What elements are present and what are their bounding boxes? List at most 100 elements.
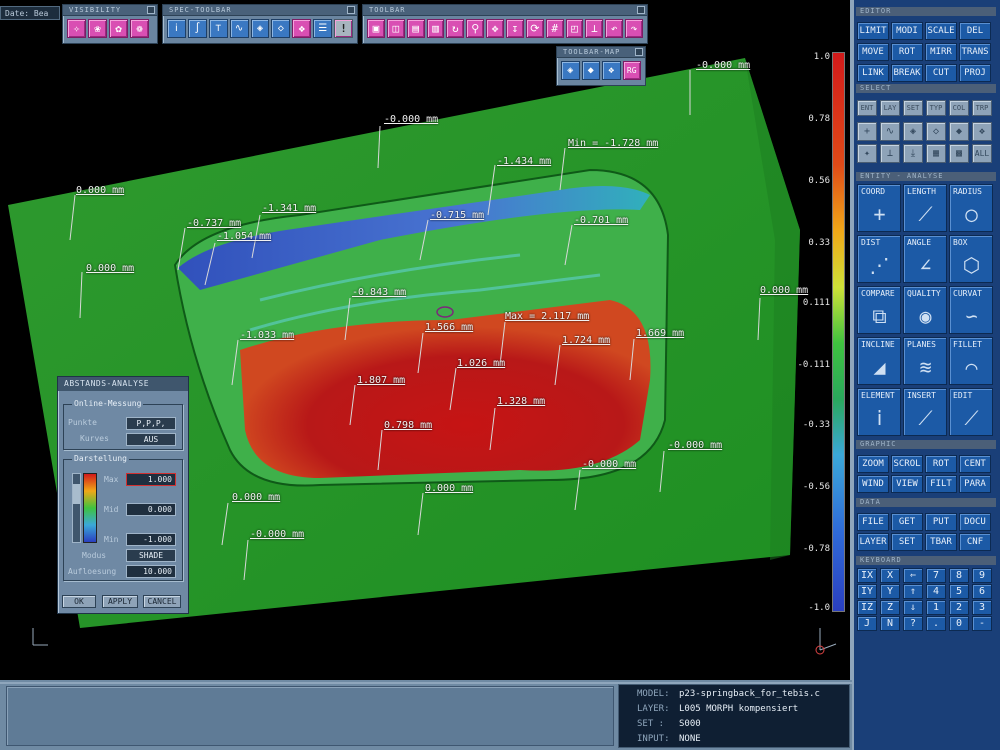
pan-icon[interactable]: ✥ — [486, 19, 505, 38]
analyse-angle[interactable]: ANGLE ∠ — [903, 235, 947, 283]
editor-proj[interactable]: PROJ — [959, 64, 991, 82]
editor-break[interactable]: BREAK — [891, 64, 923, 82]
data-put[interactable]: PUT — [925, 513, 957, 531]
warning-icon[interactable]: ! — [334, 19, 354, 38]
zoom-icon[interactable]: ⚲ — [466, 19, 485, 38]
select-typ[interactable]: TYP — [926, 100, 946, 116]
editor-trans[interactable]: TRANS — [959, 43, 991, 61]
max-field[interactable]: 1.000 — [126, 473, 176, 486]
editor-move[interactable]: MOVE — [857, 43, 889, 61]
key-2[interactable]: 2 — [949, 600, 969, 615]
select-trp[interactable]: TRP — [972, 100, 992, 116]
data-tbar[interactable]: TBAR — [925, 533, 957, 551]
key-8[interactable]: 8 — [949, 568, 969, 583]
map-patch-icon[interactable]: ◆ — [581, 61, 600, 80]
curve-icon[interactable]: ∫ — [187, 19, 207, 38]
visibility-all-icon[interactable]: ❁ — [130, 19, 149, 38]
spline-icon[interactable]: ∿ — [229, 19, 249, 38]
data-file[interactable]: FILE — [857, 513, 889, 531]
key-key-21[interactable]: . — [926, 616, 946, 631]
key-ix[interactable]: IX — [857, 568, 877, 583]
key-key-14[interactable]: ⇓ — [903, 600, 923, 615]
surface-icon[interactable]: ◈ — [250, 19, 270, 38]
graphic-scrol[interactable]: SCROL — [891, 455, 923, 473]
graphic-wind[interactable]: WIND — [857, 475, 889, 493]
key-x[interactable]: X — [880, 568, 900, 583]
graphic-para[interactable]: PARA — [959, 475, 991, 493]
key-1[interactable]: 1 — [926, 600, 946, 615]
cube-iso-icon[interactable]: ◫ — [386, 19, 405, 38]
data-set[interactable]: SET — [891, 533, 923, 551]
key-key-2[interactable]: ⇐ — [903, 568, 923, 583]
close-icon[interactable] — [347, 6, 355, 14]
editor-mirr[interactable]: MIRR — [925, 43, 957, 61]
key-j[interactable]: J — [857, 616, 877, 631]
graphic-filt[interactable]: FILT — [925, 475, 957, 493]
key-z[interactable]: Z — [880, 600, 900, 615]
analyse-insert[interactable]: INSERT ⟋ — [903, 388, 947, 436]
select-filter-icon[interactable]: ▩ — [949, 144, 969, 163]
analyse-box[interactable]: BOX ⬡ — [949, 235, 993, 283]
editor-link[interactable]: LINK — [857, 64, 889, 82]
cube-top-icon[interactable]: ▥ — [426, 19, 445, 38]
points-icon[interactable]: ⊤ — [208, 19, 228, 38]
key-key-8[interactable]: ⇑ — [903, 584, 923, 599]
cancel-button[interactable]: CANCEL — [143, 595, 181, 608]
key-y[interactable]: Y — [880, 584, 900, 599]
analyse-element[interactable]: ELEMENT ⅰ — [857, 388, 901, 436]
patch-icon[interactable]: ◇ — [271, 19, 291, 38]
graphic-cent[interactable]: CENT — [959, 455, 991, 473]
slider-thumb[interactable] — [73, 484, 80, 504]
key-3[interactable]: 3 — [972, 600, 992, 615]
visibility-swap-icon[interactable]: ✿ — [109, 19, 128, 38]
analyse-radius[interactable]: RADIUS ◯ — [949, 184, 993, 232]
cube-side-icon[interactable]: ▤ — [406, 19, 425, 38]
min-field[interactable]: -1.000 — [126, 533, 176, 546]
analyse-quality[interactable]: QUALITY ◉ — [903, 286, 947, 334]
select-filter-icon[interactable]: ⤓ — [903, 144, 923, 163]
select-col[interactable]: COL — [949, 100, 969, 116]
analyse-curvat[interactable]: CURVAT ∽ — [949, 286, 993, 334]
ok-button[interactable]: OK — [62, 595, 96, 608]
data-layer[interactable]: LAYER — [857, 533, 889, 551]
database-icon[interactable]: ☰ — [313, 19, 333, 38]
data-get[interactable]: GET — [891, 513, 923, 531]
select-filter-icon[interactable]: ∿ — [880, 122, 900, 141]
key-4[interactable]: 4 — [926, 584, 946, 599]
select-all-button[interactable]: ALL — [972, 144, 992, 163]
key-n[interactable]: N — [880, 616, 900, 631]
select-filter-icon[interactable]: ◈ — [903, 122, 923, 141]
punkte-field[interactable]: P,P,P, — [126, 417, 176, 430]
aufloesung-field[interactable]: 10.000 — [126, 565, 176, 578]
redo-icon[interactable]: ↷ — [625, 19, 644, 38]
map-mesh-icon[interactable]: ❖ — [602, 61, 621, 80]
analyse-coord[interactable]: COORD + — [857, 184, 901, 232]
editor-del[interactable]: DEL — [959, 22, 991, 40]
select-ent[interactable]: ENT — [857, 100, 877, 116]
analyse-incline[interactable]: INCLINE ◢ — [857, 337, 901, 385]
map-surface-icon[interactable]: ◈ — [561, 61, 580, 80]
modus-field[interactable]: SHADE — [126, 549, 176, 562]
analyse-planes[interactable]: PLANES ≋ — [903, 337, 947, 385]
analyse-compare[interactable]: COMPARE ⧉ — [857, 286, 901, 334]
apply-button[interactable]: APPLY — [102, 595, 138, 608]
range-slider[interactable] — [72, 473, 81, 543]
refresh-icon[interactable]: ⟳ — [525, 19, 544, 38]
select-filter-icon[interactable]: ⊥ — [880, 144, 900, 163]
key-key-23[interactable]: - — [972, 616, 992, 631]
move-icon[interactable]: ↧ — [506, 19, 524, 38]
graphic-rot[interactable]: ROT — [925, 455, 957, 473]
select-filter-icon[interactable]: ◇ — [926, 122, 946, 141]
visibility-hide-icon[interactable]: ❀ — [88, 19, 107, 38]
mid-field[interactable]: 0.000 — [126, 503, 176, 516]
undo-icon[interactable]: ↶ — [605, 19, 624, 38]
info-icon[interactable]: ⅰ — [167, 19, 186, 38]
analyse-length[interactable]: LENGTH ⟋ — [903, 184, 947, 232]
key-iy[interactable]: IY — [857, 584, 877, 599]
select-filter-icon[interactable]: + — [857, 122, 877, 141]
frame-icon[interactable]: ◰ — [565, 19, 584, 38]
key-6[interactable]: 6 — [972, 584, 992, 599]
editor-limit[interactable]: LIMIT — [857, 22, 889, 40]
key-0[interactable]: 0 — [949, 616, 969, 631]
graphic-view[interactable]: VIEW — [891, 475, 923, 493]
